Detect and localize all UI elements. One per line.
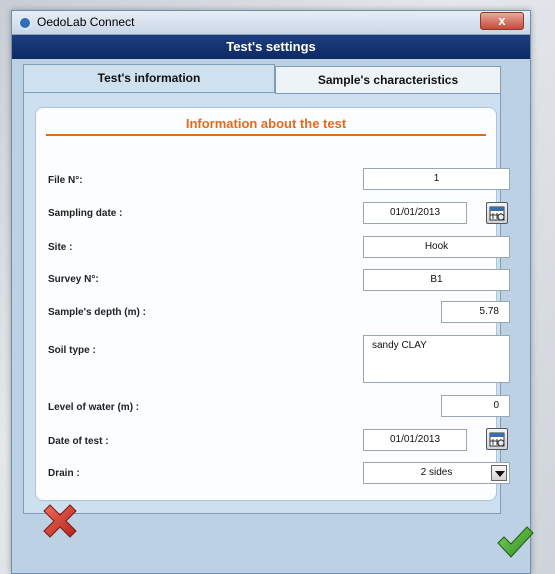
close-button[interactable]: x — [480, 12, 524, 30]
calendar-icon — [489, 206, 505, 221]
confirm-button[interactable] — [496, 525, 534, 559]
site-field[interactable]: Hook — [363, 236, 510, 258]
sampling-date-field[interactable]: 01/01/2013 — [363, 202, 467, 224]
test-date-field[interactable]: 01/01/2013 — [363, 429, 467, 451]
test-date-label: Date of test : — [48, 436, 109, 447]
calendar-icon — [489, 432, 505, 447]
cancel-x-icon — [43, 504, 77, 538]
section-title: Information about the test — [185, 116, 347, 131]
cancel-button[interactable] — [40, 501, 80, 541]
app-title: OedoLab Connect — [37, 15, 135, 29]
sampling-date-label: Sampling date : — [48, 208, 123, 219]
sample-depth-field[interactable]: 5.78 — [441, 301, 510, 323]
survey-no-label: Survey N°: — [48, 274, 99, 285]
sampling-date-calendar-button[interactable] — [486, 202, 508, 224]
title-bar: OedoLab Connect x — [12, 11, 530, 35]
tab-tests-information[interactable]: Test's information — [23, 64, 275, 92]
tab-samples-characteristics[interactable]: Sample's characteristics — [275, 66, 501, 94]
chevron-down-icon[interactable] — [491, 465, 507, 481]
drain-label: Drain : — [48, 468, 80, 479]
checkmark-icon — [497, 526, 534, 558]
test-date-calendar-button[interactable] — [486, 428, 508, 450]
app-icon — [18, 16, 32, 30]
test-info-form: Information about the test File N°: 1 Sa… — [35, 107, 510, 501]
sample-depth-label: Sample's depth (m) : — [48, 307, 146, 318]
window-header: Test's settings — [12, 35, 530, 59]
water-level-label: Level of water (m) : — [48, 402, 140, 413]
soil-type-label: Soil type : — [48, 345, 96, 356]
water-level-field[interactable]: 0 — [441, 395, 510, 417]
soil-type-field[interactable]: sandy CLAY — [363, 335, 510, 383]
drain-selected-value: 2 sides — [420, 467, 453, 478]
survey-no-field[interactable]: B1 — [363, 269, 510, 291]
file-no-label: File N°: — [48, 175, 83, 186]
section-divider — [46, 134, 486, 136]
drain-select[interactable]: 2 sides — [363, 462, 510, 484]
file-no-field[interactable]: 1 — [363, 168, 510, 190]
site-label: Site : — [48, 242, 73, 253]
